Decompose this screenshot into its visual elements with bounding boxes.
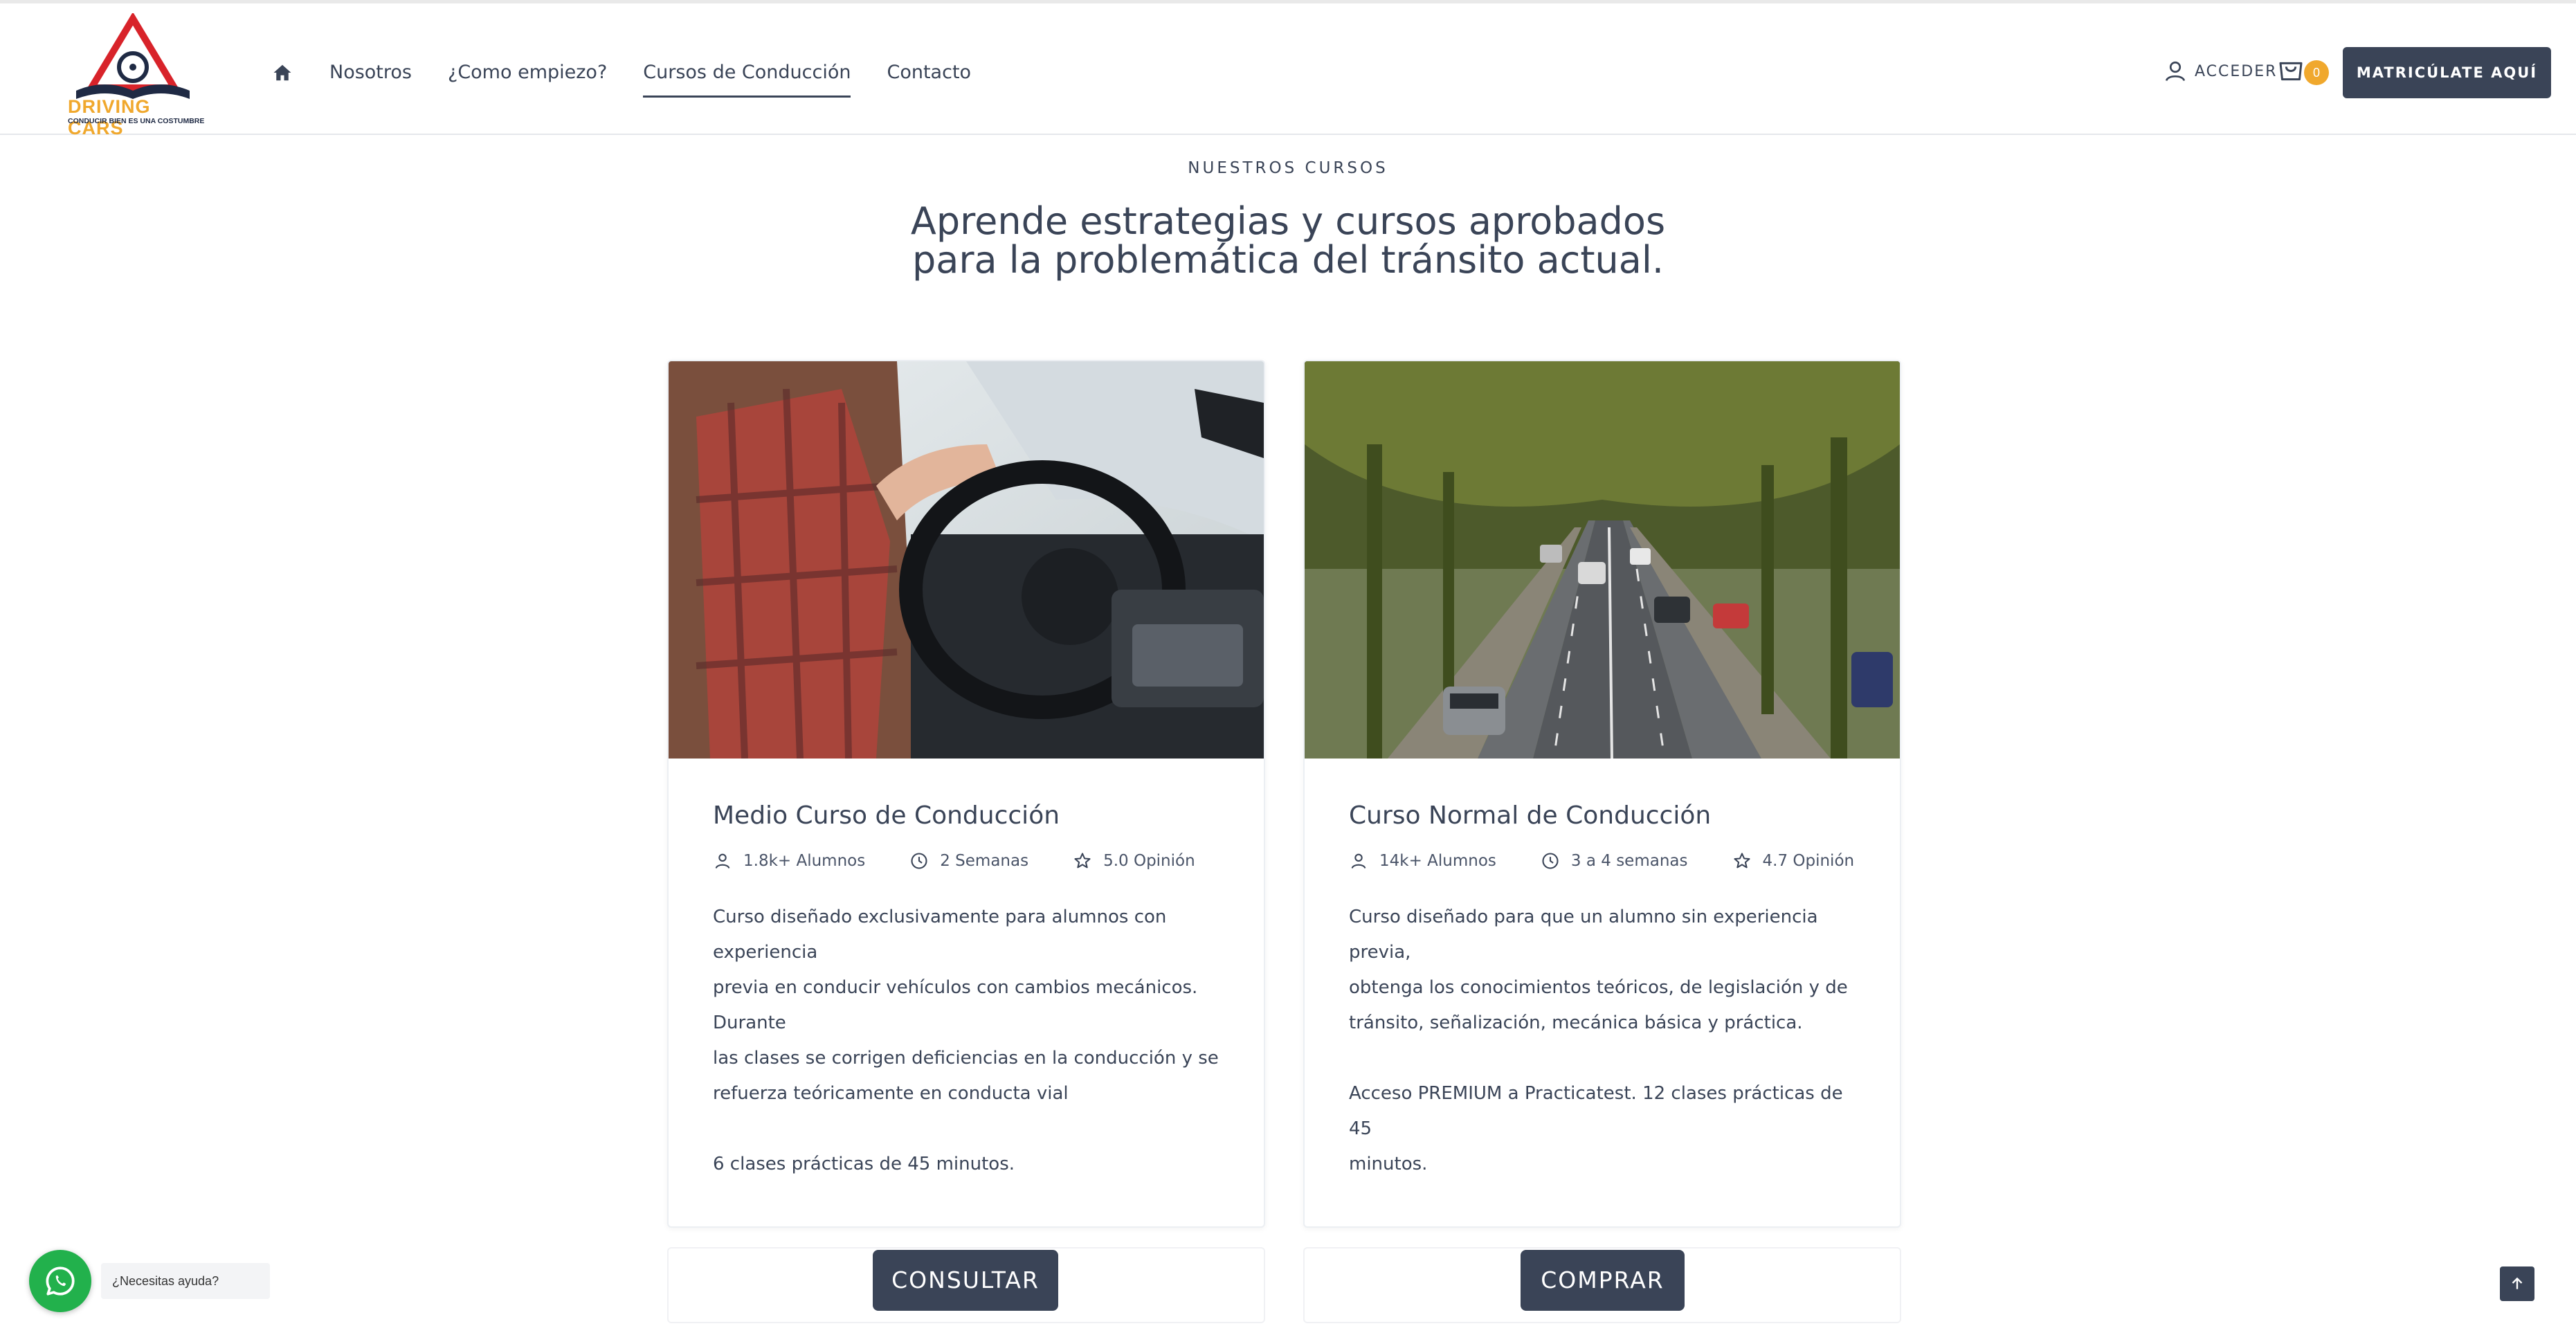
section-eyebrow: NUESTROS CURSOS [1188,159,1388,177]
description-text: Curso diseñado para que un alumno sin ex… [1349,907,1848,1033]
buy-button[interactable]: COMPRAR [1521,1250,1685,1311]
user-icon [715,853,730,869]
students-stat: 14k+ Alumnos [1349,851,1496,871]
main-nav: Nosotros ¿Como empiezo? Cursos de Conduc… [270,52,1007,98]
cart-count-badge: 0 [2304,60,2329,85]
description-extra: Acceso PREMIUM a Practicatest. 12 clases… [1349,1083,1843,1174]
rating-value: 4.7 Opinión [1762,852,1855,870]
rating-stat: 5.0 Opinión [1073,851,1195,871]
arrow-up-icon [2512,1277,2523,1289]
headline-line-2: para la problemática del tránsito actual… [911,238,1665,282]
students-count: 1.8k+ Alumnos [743,852,866,870]
course-description: Curso diseñado exclusivamente para alumn… [713,900,1225,1226]
clock-icon [1542,853,1559,869]
enroll-button[interactable]: MATRICÚLATE AQUÍ [2343,47,2551,98]
course-meta: 1.8k+ Alumnos 2 Semanas 5.0 Opinión [713,851,1240,871]
logo-tagline: CONDUCIR BIEN ES UNA COSTUMBRE [68,117,205,125]
duration-value: 3 a 4 semanas [1570,852,1688,870]
login-label: ACCEDER [2195,62,2278,80]
home-icon[interactable] [270,60,295,85]
site-header: DRIVING CARS CONDUCIR BIEN ES UNA COSTUM… [0,3,2576,138]
nav-item-cursos[interactable]: Cursos de Conducción [643,52,851,98]
duration-stat: 3 a 4 semanas [1541,851,1688,871]
description-extra: 6 clases prácticas de 45 minutos. [713,1154,1015,1174]
course-description: Curso diseñado para que un alumno sin ex… [1349,900,1861,1226]
course-title[interactable]: Medio Curso de Conducción [713,801,1060,830]
nav-item-nosotros[interactable]: Nosotros [329,52,412,93]
star-icon [1074,853,1091,869]
logo[interactable]: DRIVING CARS CONDUCIR BIEN ES UNA COSTUM… [64,13,204,138]
duration-value: 2 Semanas [940,852,1029,870]
whatsapp-icon [46,1266,75,1296]
course-image-driver [669,361,1264,759]
course-image-street [1305,361,1900,759]
scroll-to-top-button[interactable] [2500,1266,2534,1301]
students-count: 14k+ Alumnos [1379,852,1496,870]
students-stat: 1.8k+ Alumnos [713,851,865,871]
whatsapp-button[interactable] [29,1250,91,1312]
login-link[interactable]: ACCEDER [2163,57,2277,85]
nav-item-contacto[interactable]: Contacto [887,52,971,93]
course-price: Precio del Curso: $168.000 [1349,1217,1861,1226]
course-title[interactable]: Curso Normal de Conducción [1349,801,1711,830]
user-icon [2165,61,2186,82]
logo-mark-icon [76,13,190,99]
course-card-normal: Curso Normal de Conducción 14k+ Alumnos … [1303,360,1901,1228]
headline-line-1: Aprende estrategias y cursos aprobados [910,199,1666,243]
consult-button[interactable]: CONSULTAR [873,1250,1058,1311]
clock-icon [911,853,927,869]
rating-value: 5.0 Opinión [1103,852,1195,870]
user-icon [1351,853,1366,869]
nav-item-como-empiezo[interactable]: ¿Como empiezo? [448,52,607,93]
cart-icon[interactable] [2277,57,2305,85]
description-text: Curso diseñado exclusivamente para alumn… [713,907,1219,1104]
course-price: Precio del Curso: $90.000 [713,1217,1225,1226]
star-icon [1733,853,1750,869]
course-meta: 14k+ Alumnos 3 a 4 semanas 4.7 Opinión [1349,851,1898,871]
rating-stat: 4.7 Opinión [1732,851,1855,871]
duration-stat: 2 Semanas [909,851,1028,871]
course-card-medio: Medio Curso de Conducción 1.8k+ Alumnos … [667,360,1265,1228]
whatsapp-help-label[interactable]: ¿Necesitas ayuda? [101,1263,270,1299]
section-headline: Aprende estrategias y cursos aprobados p… [734,202,1842,280]
